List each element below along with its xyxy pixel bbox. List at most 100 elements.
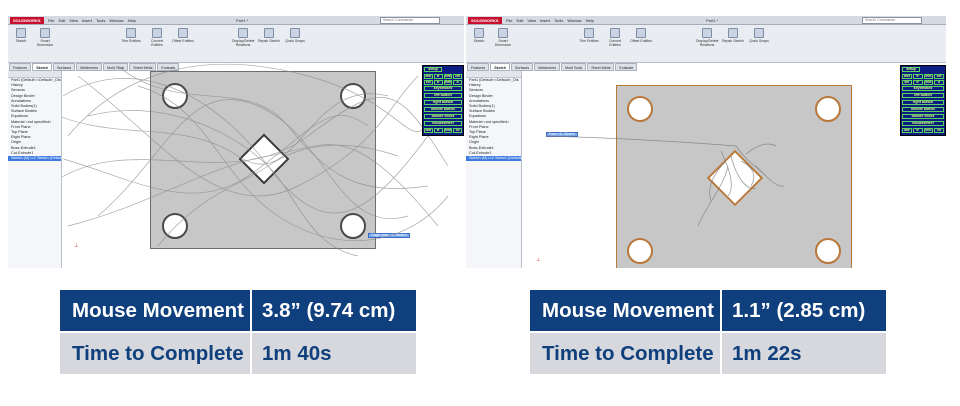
hole-top-right[interactable] [815, 96, 841, 122]
menu-help[interactable]: Help [128, 17, 136, 24]
ribbon-repair-sketch[interactable]: Repair Sketch [722, 28, 744, 43]
ribbon-smart-dimension[interactable]: Smart Dimension [34, 28, 56, 47]
selection-tooltip: Face <1> Sketch [546, 132, 578, 137]
menu-help[interactable]: Help [586, 17, 594, 24]
ribbon-trim-entities[interactable]: Trim Entities [578, 28, 600, 43]
tab-features[interactable]: Features [467, 63, 490, 71]
input-stats-overlay: setup dist tr inm cm km tr inm lf keystrokes l… [422, 65, 464, 136]
offset-icon [178, 28, 188, 38]
repair-icon [264, 28, 274, 38]
tab-sketch[interactable]: Sketch [32, 63, 52, 71]
ribbon-convert-entities[interactable]: Convert Entities [146, 28, 168, 47]
command-manager-ribbon: Sketch Smart Dimension Trim Entities Con… [8, 25, 464, 63]
document-title: Part1 * [236, 18, 249, 23]
smart-dimension-icon [498, 28, 508, 38]
hole-bottom-right[interactable] [815, 238, 841, 264]
time-to-complete-label: Time to Complete [530, 333, 720, 374]
ribbon-trim-entities[interactable]: Trim Entities [120, 28, 142, 43]
ribbon-quick-snaps[interactable]: Quick Snaps [284, 28, 306, 43]
tab-sketch[interactable]: Sketch [490, 63, 510, 71]
snaps-icon [754, 28, 764, 38]
tab-mold-tools[interactable]: Mold Tools [561, 63, 587, 71]
mouse-movement-value: 1.1” (2.85 cm) [720, 290, 886, 331]
search-commands-input[interactable]: Search Commands [380, 17, 440, 24]
overlay-mousewheel: mousewheel [902, 121, 944, 126]
hole-bottom-left[interactable] [627, 238, 653, 264]
diamond-cut[interactable] [706, 149, 764, 207]
ribbon-repair-sketch[interactable]: Repair Sketch [258, 28, 280, 43]
ribbon-display-delete-relations[interactable]: Display/Delete Relations [696, 28, 719, 47]
command-manager-ribbon: Sketch Smart Dimension Trim Entities Con… [466, 25, 946, 63]
mouse-movement-label: Mouse Movement [60, 290, 250, 331]
tab-evaluate[interactable]: Evaluate [615, 63, 638, 71]
tree-toolbar [8, 71, 61, 78]
overlay-keystrokes: keystrokes [424, 86, 462, 91]
hole-bottom-right[interactable] [340, 213, 366, 239]
title-bar: SOLIDWORKS File Edit View Insert Tools W… [466, 16, 946, 25]
tab-sheet-metal[interactable]: Sheet Metal [587, 63, 615, 71]
ribbon-sketch[interactable]: Sketch [10, 28, 32, 43]
part-plate[interactable] [616, 85, 852, 268]
document-title: Part1 * [706, 18, 719, 23]
diamond-cut[interactable] [238, 133, 290, 185]
overlay-setup-button[interactable]: setup [902, 67, 920, 72]
menu-tools[interactable]: Tools [554, 17, 563, 24]
hole-bottom-left[interactable] [162, 213, 188, 239]
time-to-complete-value: 1m 22s [720, 333, 886, 374]
hole-top-left[interactable] [162, 83, 188, 109]
sketch-icon [16, 28, 26, 38]
tab-sheet-metal[interactable]: Sheet Metal [129, 63, 157, 71]
overlay-middle-button: middle button [424, 107, 462, 112]
hole-top-right[interactable] [340, 83, 366, 109]
tab-weldments[interactable]: Weldments [534, 63, 561, 71]
input-stats-overlay: setup dist tr inm cm km tr inm lf keystrokes l… [900, 65, 946, 136]
triad-axes-icon: ⊥ [74, 243, 79, 249]
ribbon-offset-entities[interactable]: Offset Entities [172, 28, 194, 43]
time-to-complete-label: Time to Complete [60, 333, 250, 374]
ribbon-sketch[interactable]: Sketch [468, 28, 490, 43]
overlay-left-button: left button [424, 93, 462, 98]
stats-table-right: Mouse Movement 1.1” (2.85 cm) Time to Co… [530, 290, 886, 374]
trim-icon [584, 28, 594, 38]
tab-surfaces[interactable]: Surfaces [510, 63, 534, 71]
tab-evaluate[interactable]: Evaluate [157, 63, 180, 71]
ribbon-display-delete-relations[interactable]: Display/Delete Relations [232, 28, 255, 47]
graphics-area[interactable]: Face <1> Sketch ⊥ [466, 71, 946, 268]
menu-window[interactable]: Window [109, 17, 123, 24]
relations-icon [702, 28, 712, 38]
menu-file[interactable]: File [48, 17, 54, 24]
stats-row-mouse-movement: Mouse Movement 1.1” (2.85 cm) [530, 290, 886, 331]
tab-weldments[interactable]: Weldments [76, 63, 103, 71]
ribbon-smart-dimension[interactable]: Smart Dimension [492, 28, 514, 47]
ribbon-offset-entities[interactable]: Offset Entities [630, 28, 652, 43]
tab-features[interactable]: Features [9, 63, 32, 71]
tab-mold-tools[interactable]: Mold Tools [103, 63, 129, 71]
ribbon-quick-snaps[interactable]: Quick Snaps [748, 28, 770, 43]
overlay-mousewheel: mousewheel [424, 121, 462, 126]
screenshot-low-mouse: SOLIDWORKS File Edit View Insert Tools W… [466, 16, 946, 268]
menu-tools[interactable]: Tools [96, 17, 105, 24]
tree-toolbar [466, 71, 521, 78]
menu-insert[interactable]: Insert [540, 17, 550, 24]
menu-view[interactable]: View [527, 17, 536, 24]
stats-table-left: Mouse Movement 3.8” (9.74 cm) Time to Co… [60, 290, 416, 374]
ribbon-convert-entities[interactable]: Convert Entities [604, 28, 626, 47]
tree-node-selected[interactable]: Sketch (M) Lr2 Sketch (Default) [466, 156, 522, 162]
convert-icon [152, 28, 162, 38]
part-plate[interactable] [150, 71, 376, 249]
menu-window[interactable]: Window [567, 17, 581, 24]
tab-surfaces[interactable]: Surfaces [52, 63, 76, 71]
title-bar: SOLIDWORKS File Edit View Insert Tools W… [8, 16, 464, 25]
hole-top-left[interactable] [627, 96, 653, 122]
menu-view[interactable]: View [69, 17, 78, 24]
time-to-complete-value: 1m 40s [250, 333, 416, 374]
graphics-area[interactable]: Origin edge <1> Sketch ⊥ [8, 71, 464, 268]
menu-edit[interactable]: Edit [516, 17, 523, 24]
menu-file[interactable]: File [506, 17, 512, 24]
stats-row-time-to-complete: Time to Complete 1m 40s [60, 333, 416, 374]
tree-node-selected[interactable]: Sketch (M) Lr2 Sketch (Default) [8, 156, 64, 162]
overlay-setup-button[interactable]: setup [424, 67, 442, 72]
search-commands-input[interactable]: Search Commands [862, 17, 922, 24]
menu-edit[interactable]: Edit [58, 17, 65, 24]
menu-insert[interactable]: Insert [82, 17, 92, 24]
